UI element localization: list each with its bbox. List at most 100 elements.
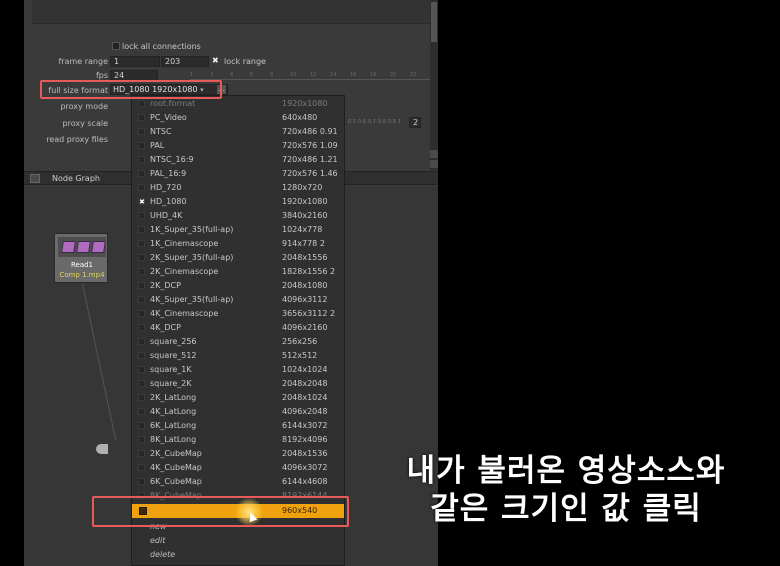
proxy-tick-label: 0.6 — [358, 119, 366, 125]
format-name: 4K_DCP — [150, 323, 181, 332]
option-checkbox — [138, 268, 145, 275]
format-name: 1K_Cinemascope — [150, 239, 219, 248]
format-option[interactable]: 2K_CubeMap 2048x1536 — [132, 447, 344, 461]
format-option[interactable]: 2K_Cinemascope 1828x1556 2 — [132, 265, 344, 279]
format-option[interactable]: UHD_4K 3840x2160 — [132, 209, 344, 223]
format-option[interactable]: 4K_DCP 4096x2160 — [132, 321, 344, 335]
fps-slider[interactable]: 134681012141618202224 — [190, 72, 438, 80]
format-option[interactable]: 8K_LatLong 8192x4096 — [132, 433, 344, 447]
format-option[interactable]: 2K_DCP 2048x1080 — [132, 279, 344, 293]
proxy-scale-label: proxy scale — [62, 119, 108, 128]
format-size: 4096x3072 — [282, 463, 328, 472]
format-size: 8192x4096 — [282, 435, 328, 444]
format-name: 4K_LatLong — [150, 407, 197, 416]
proxy-tick-label: 0.8 — [378, 119, 386, 125]
format-size: 3656x3112 2 — [282, 309, 336, 318]
format-option[interactable]: square_1K 1024x1024 — [132, 363, 344, 377]
fps-tick-label: 3 — [210, 72, 214, 78]
option-checkbox — [138, 226, 145, 233]
option-checkbox — [138, 422, 145, 429]
format-option[interactable]: 6K_CubeMap 6144x4608 — [132, 475, 344, 489]
frame-range-label: frame range — [58, 57, 108, 66]
format-option[interactable]: 4K_CubeMap 4096x3072 — [132, 461, 344, 475]
tab-node-graph[interactable]: Node Graph — [52, 174, 100, 183]
format-name: 4K_Super_35(full-ap) — [150, 295, 234, 304]
lock-range-x-icon[interactable]: ✖ — [212, 56, 219, 65]
format-name: NTSC_16:9 — [150, 155, 194, 164]
format-name: PC_Video — [150, 113, 187, 122]
format-size: 256x256 — [282, 337, 318, 346]
format-name: delete — [150, 550, 176, 559]
option-checkbox — [138, 408, 145, 415]
frame-range-end-input[interactable]: 203 — [161, 56, 209, 67]
viewer-node-handle[interactable] — [96, 444, 108, 454]
format-option[interactable]: ✖ HD_1080 1920x1080 — [132, 195, 344, 209]
format-size: 1920x1080 — [282, 197, 328, 206]
format-option[interactable]: 2K_Super_35(full-ap) 2048x1556 — [132, 251, 344, 265]
format-name: HD_1080 — [150, 197, 187, 206]
format-size: 2048x1024 — [282, 393, 328, 402]
node-thumbnail — [58, 237, 106, 257]
format-size: 2048x1080 — [282, 281, 328, 290]
option-checkbox — [138, 296, 145, 303]
scrollbar-thumb[interactable] — [431, 2, 437, 42]
format-option[interactable]: 4K_Cinemascope 3656x3112 2 — [132, 307, 344, 321]
format-option[interactable]: PC_Video 640x480 — [132, 111, 344, 125]
format-size: 2048x2048 — [282, 379, 328, 388]
format-option[interactable]: 1K_Super_35(full-ap) 1024x778 — [132, 223, 344, 237]
format-option[interactable]: 6K_LatLong 6144x3072 — [132, 419, 344, 433]
format-option[interactable]: square_512 512x512 — [132, 349, 344, 363]
format-name: 6K_CubeMap — [150, 477, 202, 486]
format-option[interactable]: 4K_LatLong 4096x2048 — [132, 405, 344, 419]
panel-scrollbar[interactable] — [430, 0, 438, 170]
checked-icon: ✖ — [138, 198, 145, 206]
annotation-box-format-dropdown — [40, 80, 222, 99]
format-name: square_2K — [150, 379, 192, 388]
format-option[interactable]: 4K_Super_35(full-ap) 4096x3112 — [132, 293, 344, 307]
tutorial-caption: 내가 불러온 영상소스와 같은 크기인 값 클릭 — [356, 452, 776, 528]
option-checkbox — [138, 478, 145, 485]
fps-tick-label: 1 — [190, 72, 194, 78]
format-size: 2048x1536 — [282, 449, 328, 458]
format-action-item[interactable]: edit — [132, 534, 344, 548]
format-option[interactable]: PAL_16:9 720x576 1.46 — [132, 167, 344, 181]
format-name: square_256 — [150, 337, 197, 346]
option-checkbox — [138, 184, 145, 191]
format-option[interactable]: NTSC_16:9 720x486 1.21 — [132, 153, 344, 167]
format-name: NTSC — [150, 127, 172, 136]
format-name: 1K_Super_35(full-ap) — [150, 225, 234, 234]
format-name: 2K_Cinemascope — [150, 267, 219, 276]
format-size: 720x576 1.09 — [282, 141, 338, 150]
format-option[interactable]: 2K_LatLong 2048x1024 — [132, 391, 344, 405]
read-node[interactable]: Read1 Comp 1.mp4 — [54, 233, 108, 283]
format-action-item[interactable]: delete — [132, 548, 344, 562]
format-option[interactable]: HD_720 1280x720 — [132, 181, 344, 195]
format-size: 4096x2160 — [282, 323, 328, 332]
format-name: 2K_Super_35(full-ap) — [150, 253, 234, 262]
format-option[interactable]: square_2K 2048x2048 — [132, 377, 344, 391]
format-size: 3840x2160 — [282, 211, 328, 220]
format-option[interactable]: NTSC 720x486 0.91 — [132, 125, 344, 139]
scroll-up-arrow-icon[interactable] — [430, 150, 438, 158]
format-name: 4K_CubeMap — [150, 463, 202, 472]
option-checkbox — [138, 240, 145, 247]
lock-all-connections-checkbox[interactable] — [112, 42, 120, 50]
format-option[interactable]: square_256 256x256 — [132, 335, 344, 349]
fps-label: fps — [95, 71, 108, 80]
scroll-down-arrow-icon[interactable] — [430, 160, 438, 168]
format-name: edit — [150, 536, 166, 545]
caption-line-2: 같은 크기인 값 클릭 — [430, 491, 702, 527]
format-name: square_512 — [150, 351, 197, 360]
proxy-scale-input[interactable]: 2 — [409, 117, 421, 128]
format-option[interactable]: root.format 1920x1080 — [132, 97, 344, 111]
fps-tick-label: 20 — [390, 72, 397, 78]
pane-menu-icon[interactable] — [30, 174, 40, 183]
frame-range-start-input[interactable]: 1 — [110, 56, 160, 67]
format-option[interactable]: 1K_Cinemascope 914x778 2 — [132, 237, 344, 251]
option-checkbox — [138, 394, 145, 401]
option-checkbox — [138, 254, 145, 261]
format-size: 1024x1024 — [282, 365, 328, 374]
fps-tick-label: 14 — [330, 72, 337, 78]
format-option[interactable]: PAL 720x576 1.09 — [132, 139, 344, 153]
panel-header-strip — [32, 0, 430, 24]
